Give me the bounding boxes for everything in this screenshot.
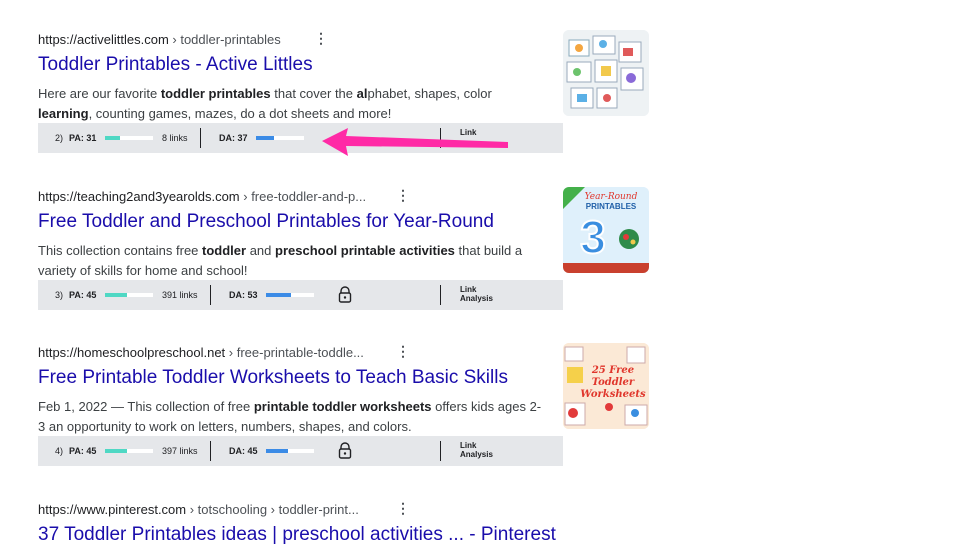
annotation-arrow-icon (322, 128, 508, 156)
domain-authority-label: DA: 37 (219, 133, 248, 143)
result-thumbnail[interactable]: 25 Free Toddler Worksheets (563, 343, 649, 429)
more-vert-icon[interactable]: ⋮ (396, 500, 410, 517)
result-title[interactable]: Free Printable Toddler Worksheets to Tea… (38, 367, 508, 389)
thumb-text: Year-Round (585, 192, 638, 202)
domain-authority-bar (266, 449, 314, 453)
result-url[interactable]: https://teaching2and3yearolds.com › free… (38, 189, 366, 204)
thumb-text: PRINTABLES (586, 202, 637, 211)
result-domain: https://www.pinterest.com (38, 502, 187, 517)
result-title[interactable]: Toddler Printables - Active Littles (38, 54, 313, 76)
domain-authority-bar (256, 136, 304, 140)
more-vert-icon[interactable]: ⋮ (314, 30, 328, 47)
result-snippet: This collection contains free toddler an… (38, 243, 523, 278)
result-thumbnail[interactable] (563, 30, 649, 116)
analysis-label: Analysis (460, 450, 493, 459)
divider (210, 285, 211, 305)
result-breadcrumb: › free-toddler-and-p... (239, 189, 367, 204)
result-snippet: Here are our favorite toddler printables… (38, 86, 492, 121)
result-url[interactable]: https://www.pinterest.com › totschooling… (38, 502, 359, 517)
result-title[interactable]: Free Toddler and Preschool Printables fo… (38, 211, 494, 233)
page-authority-label: PA: 45 (69, 290, 97, 300)
link-label: Link (460, 441, 477, 450)
result-domain: https://homeschoolpreschool.net (38, 345, 226, 360)
divider (210, 441, 211, 461)
result-breadcrumb: › totschooling › toddler-print... (186, 502, 359, 517)
link-analysis-button[interactable]: Link Analysis (460, 441, 493, 459)
thumb-numeral: 3 (580, 211, 606, 263)
result-rank: 4) (55, 446, 64, 456)
printables-collage-image (563, 30, 649, 116)
lock-icon[interactable] (338, 442, 352, 459)
domain-authority-label: DA: 53 (229, 290, 258, 300)
link-label: Link (460, 285, 477, 294)
seo-metrics-bar: 4) PA: 45 397 links DA: 45 Link Analysis (38, 436, 563, 466)
result-breadcrumb: › free-printable-toddle... (225, 345, 364, 360)
result-snippet: Feb 1, 2022 — This collection of free pr… (38, 399, 542, 434)
more-vert-icon[interactable]: ⋮ (396, 187, 410, 204)
divider (200, 128, 201, 148)
domain-authority-label: DA: 45 (229, 446, 258, 456)
links-count[interactable]: 397 links (162, 446, 198, 456)
page-authority-bar (105, 136, 153, 140)
thumb-text: Toddler (592, 377, 635, 388)
links-count[interactable]: 391 links (162, 290, 198, 300)
result-domain: https://activelittles.com (38, 32, 169, 47)
result-title[interactable]: 37 Toddler Printables ideas | preschool … (38, 524, 556, 546)
page-authority-label: PA: 45 (69, 446, 97, 456)
page-authority-label: PA: 31 (69, 133, 97, 143)
analysis-label: Analysis (460, 294, 493, 303)
result-thumbnail[interactable]: Year-Round PRINTABLES 3 (563, 187, 649, 273)
result-url[interactable]: https://activelittles.com › toddler-prin… (38, 32, 281, 47)
result-rank: 2) (55, 133, 64, 143)
divider (440, 285, 441, 305)
domain-authority-bar (266, 293, 314, 297)
seo-metrics-bar: 3) PA: 45 391 links DA: 53 Link Analysis (38, 280, 563, 310)
result-rank: 3) (55, 290, 64, 300)
divider (440, 441, 441, 461)
result-domain: https://teaching2and3yearolds.com (38, 189, 240, 204)
result-breadcrumb: › toddler-printables (168, 32, 281, 47)
thumb-text: 25 Free (591, 365, 634, 376)
toddler-worksheets-image: 25 Free Toddler Worksheets (563, 343, 649, 429)
lock-icon[interactable] (338, 286, 352, 303)
page-authority-bar (105, 293, 153, 297)
page-authority-bar (105, 449, 153, 453)
more-vert-icon[interactable]: ⋮ (396, 343, 410, 360)
links-count[interactable]: 8 links (162, 133, 188, 143)
result-url[interactable]: https://homeschoolpreschool.net › free-p… (38, 345, 364, 360)
year-round-printables-image: Year-Round PRINTABLES 3 (563, 187, 649, 273)
link-analysis-button[interactable]: Link Analysis (460, 285, 493, 303)
thumb-text: Worksheets (580, 389, 646, 400)
